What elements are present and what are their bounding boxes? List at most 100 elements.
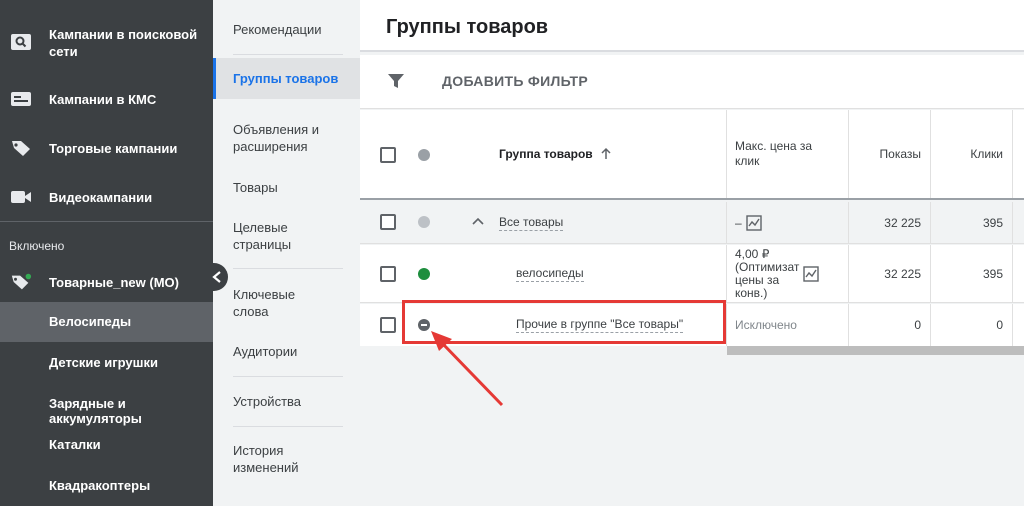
ad-group-item[interactable]: Каталки: [0, 425, 213, 465]
ad-group-label: Каталки: [49, 437, 101, 452]
impressions-cell: 32 225: [849, 245, 921, 302]
table-row: велосипеды 4,00 ₽ (Оптимизат цены за кон…: [360, 245, 1024, 303]
row-checkbox[interactable]: [380, 214, 396, 230]
tag-icon: [10, 272, 32, 291]
filter-bar: ДОБАВИТЬ ФИЛЬТР: [360, 55, 1024, 109]
status-enabled-icon: [418, 268, 430, 280]
clicks-value: 395: [982, 215, 1003, 230]
page-menu: Рекомендации Группы товаров Объявления и…: [213, 0, 360, 506]
menu-item-recommendations[interactable]: Рекомендации: [213, 20, 360, 40]
chevron-left-icon: [212, 271, 221, 283]
menu-item-devices[interactable]: Устройства: [213, 392, 360, 412]
max-cpc-cell[interactable]: –: [735, 202, 835, 243]
table-header: Группа товаров Макс. цена за клик Показы…: [360, 110, 1024, 200]
chevron-up-icon[interactable]: [471, 216, 485, 226]
filter-icon[interactable]: [387, 72, 405, 95]
column-header-label: Показы: [879, 147, 921, 161]
column-divider: [726, 110, 727, 198]
column-header-group[interactable]: Группа товаров: [499, 110, 719, 198]
status-header-icon: [418, 149, 430, 161]
column-divider: [1012, 110, 1013, 198]
product-group-label: велосипеды: [516, 265, 584, 282]
product-group-name[interactable]: велосипеды: [516, 245, 716, 302]
search-icon: [10, 33, 32, 51]
column-divider: [726, 304, 727, 346]
sidebar-item-search-campaigns[interactable]: Кампании в поисковой сети: [0, 22, 213, 62]
sidebar-item-shopping-campaigns[interactable]: Торговые кампании: [0, 137, 213, 159]
ad-group-label: Велосипеды: [49, 314, 132, 329]
ad-group-item-active[interactable]: Велосипеды: [0, 302, 213, 342]
impressions-cell: 32 225: [849, 202, 921, 243]
ad-group-label: Зарядные и аккумуляторы: [49, 396, 142, 426]
menu-divider: [233, 54, 343, 55]
clicks-cell: 0: [931, 304, 1003, 346]
clicks-value: 395: [982, 266, 1003, 281]
impressions-value: 32 225: [884, 266, 921, 281]
menu-item-landing-pages[interactable]: Целевые страницы: [213, 218, 360, 254]
tag-icon: [10, 139, 32, 157]
product-group-name[interactable]: Все товары: [499, 202, 719, 243]
row-checkbox[interactable]: [380, 317, 396, 333]
impressions-value: 32 225: [884, 215, 921, 230]
menu-item-label: Объявления и расширения: [233, 122, 320, 154]
sidebar-item-video-campaigns[interactable]: Видеокампании: [0, 186, 213, 208]
max-cpc-value: Исключено: [735, 318, 797, 332]
column-header-label: Группа товаров: [499, 147, 593, 161]
column-divider: [726, 245, 727, 302]
trend-chart-icon[interactable]: [803, 265, 819, 282]
impressions-value: 0: [914, 318, 921, 332]
column-header-impressions[interactable]: Показы: [849, 110, 921, 198]
sort-ascending-icon: [601, 147, 611, 159]
ad-group-label: Квадракоптеры: [49, 478, 151, 493]
sidebar-item-label: Товарные_new (МО): [49, 275, 179, 290]
menu-item-audiences[interactable]: Аудитории: [213, 342, 360, 362]
column-divider: [1012, 202, 1013, 243]
main-content: Группы товаров ДОБАВИТЬ ФИЛЬТР Группа то…: [360, 0, 1024, 506]
menu-item-ads-extensions[interactable]: Объявления и расширения: [213, 120, 360, 156]
column-divider: [1012, 304, 1013, 346]
menu-item-label: Устройства: [233, 394, 302, 409]
ad-group-item[interactable]: Зарядные и аккумуляторы: [0, 384, 213, 426]
select-all-checkbox[interactable]: [380, 147, 396, 163]
menu-item-label: Группы товаров: [233, 71, 339, 86]
max-cpc-cell[interactable]: 4,00 ₽ (Оптимизат цены за конв.): [735, 245, 845, 302]
menu-divider: [233, 268, 343, 269]
column-header-clicks[interactable]: Клики: [931, 110, 1003, 198]
page-header: Группы товаров: [360, 0, 1024, 52]
menu-item-keywords[interactable]: Ключевые слова: [213, 285, 360, 321]
sidebar-item-campaign[interactable]: Товарные_new (МО): [0, 271, 213, 293]
column-header-label: Клики: [970, 147, 1003, 161]
menu-item-label: Товары: [233, 180, 278, 195]
add-filter-button[interactable]: ДОБАВИТЬ ФИЛЬТР: [442, 73, 588, 89]
highlight-box: [402, 300, 726, 344]
horizontal-scrollbar[interactable]: [727, 346, 1024, 355]
page-title: Группы товаров: [386, 16, 549, 38]
menu-item-label: Целевые страницы: [233, 220, 292, 252]
table-row: Все товары – 32 225 395: [360, 202, 1024, 244]
status-icon: [418, 216, 430, 228]
section-label-enabled: Включено: [9, 239, 65, 253]
sidebar-item-label: Кампании в поисковой сети: [49, 27, 198, 59]
ad-group-item[interactable]: Квадракоптеры: [0, 466, 213, 506]
row-checkbox[interactable]: [380, 266, 396, 282]
column-divider: [1012, 245, 1013, 302]
menu-item-product-groups[interactable]: Группы товаров: [213, 58, 360, 99]
column-header-max-cpc[interactable]: Макс. цена за клик: [735, 110, 835, 198]
sidebar-item-label: Кампании в КМС: [49, 92, 157, 107]
menu-item-label: Рекомендации: [233, 22, 322, 37]
display-icon: [10, 90, 32, 108]
menu-item-products[interactable]: Товары: [213, 178, 360, 198]
trend-chart-icon[interactable]: [745, 214, 762, 231]
menu-item-label: История изменений: [233, 443, 299, 475]
max-cpc-cell: Исключено: [735, 304, 835, 346]
video-icon: [10, 188, 32, 206]
sidebar-item-label: Торговые кампании: [49, 141, 178, 156]
sidebar-item-display-campaigns[interactable]: Кампании в КМС: [0, 88, 213, 110]
menu-divider: [233, 426, 343, 427]
column-header-label: Макс. цена за клик: [735, 139, 813, 168]
menu-item-change-history[interactable]: История изменений: [213, 441, 360, 477]
ad-group-item[interactable]: Детские игрушки: [0, 343, 213, 383]
menu-item-label: Ключевые слова: [233, 287, 296, 319]
ad-group-label: Детские игрушки: [49, 355, 158, 370]
sidebar-item-label: Видеокампании: [49, 190, 153, 205]
